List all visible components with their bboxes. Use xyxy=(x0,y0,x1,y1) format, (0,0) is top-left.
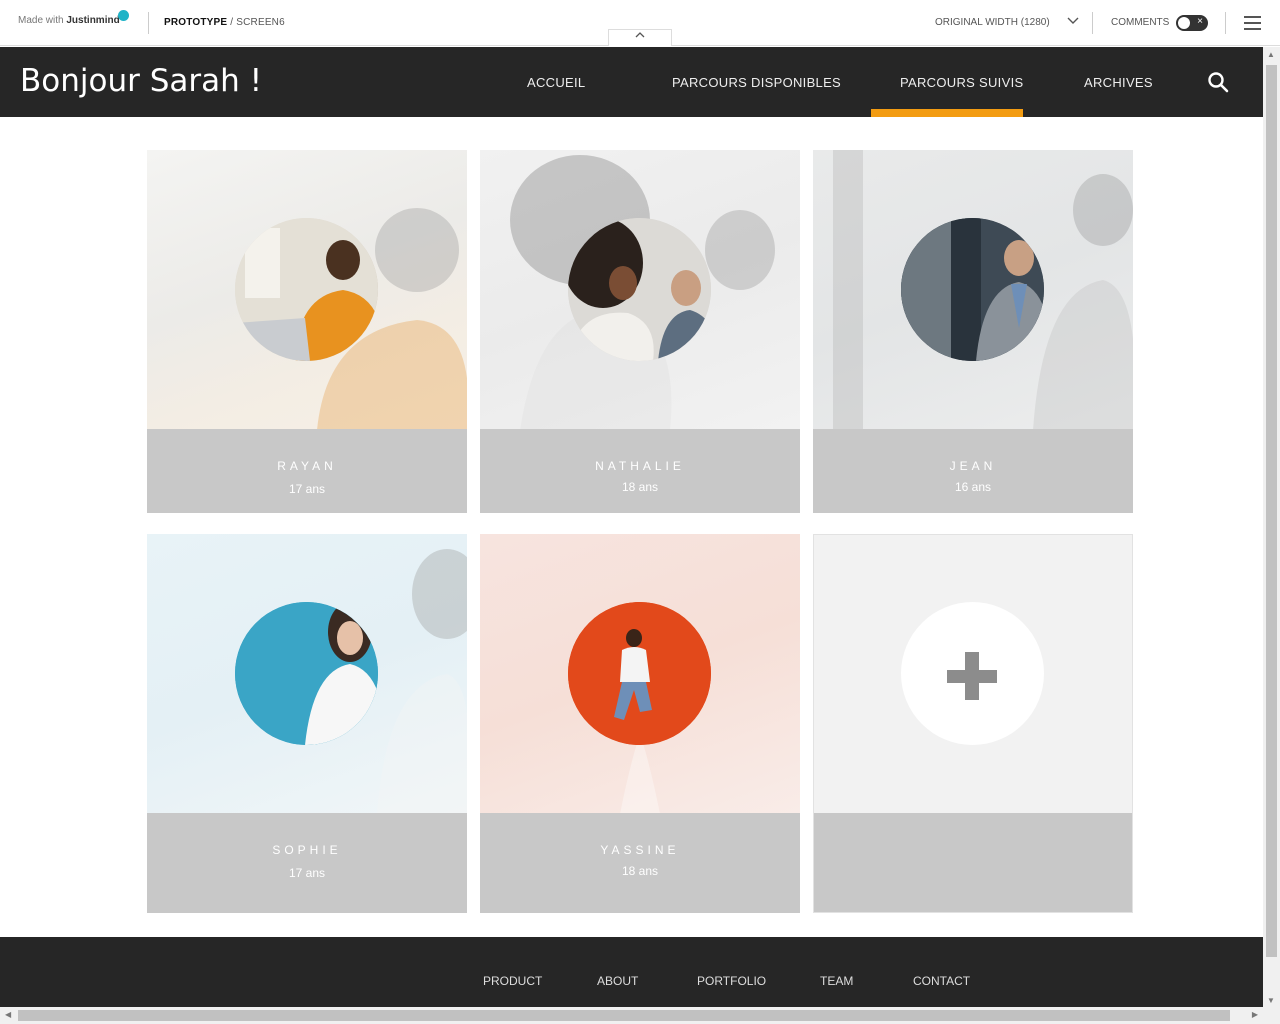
card-info: SOPHIE 17 ans xyxy=(147,813,467,913)
profile-name: JEAN xyxy=(949,459,997,473)
breadcrumb-separator: / xyxy=(227,17,237,28)
logo-brand: Justinmind xyxy=(66,15,120,26)
add-profile-card[interactable] xyxy=(813,534,1133,913)
profile-card-jean[interactable]: JEAN 16 ans xyxy=(813,150,1133,513)
scrollbar-corner xyxy=(1263,1007,1280,1024)
chevron-up-icon xyxy=(635,32,645,38)
profile-card-rayan[interactable]: RAYAN 17 ans xyxy=(147,150,467,513)
site-header: Bonjour Sarah ! ACCUEIL PARCOURS DISPONI… xyxy=(0,47,1263,117)
profile-card-sophie[interactable]: SOPHIE 17 ans xyxy=(147,534,467,913)
card-info: JEAN 16 ans xyxy=(813,429,1133,513)
nav-archives[interactable]: ARCHIVES xyxy=(1084,75,1153,90)
card-info xyxy=(814,813,1132,912)
profile-age: 17 ans xyxy=(288,482,326,496)
scrollbar-thumb[interactable] xyxy=(18,1010,1230,1021)
footer-link-about[interactable]: ABOUT xyxy=(597,974,638,988)
profile-name: YASSINE xyxy=(600,843,680,857)
avatar xyxy=(568,602,711,745)
nav-accueil[interactable]: ACCUEIL xyxy=(527,75,585,90)
site-footer: PRODUCT ABOUT PORTFOLIO TEAM CONTACT xyxy=(0,937,1263,1007)
logo-dot-icon xyxy=(118,10,129,21)
toolbar-divider xyxy=(148,12,149,34)
profile-name: RAYAN xyxy=(277,459,337,473)
vertical-scrollbar[interactable]: ▲ ▼ xyxy=(1263,47,1280,1007)
scroll-right-icon[interactable]: ▶ xyxy=(1252,1010,1258,1019)
hamburger-menu-icon[interactable] xyxy=(1244,16,1261,34)
comments-toggle[interactable]: × xyxy=(1176,15,1208,31)
footer-link-portfolio[interactable]: PORTFOLIO xyxy=(697,974,766,988)
scrollbar-thumb[interactable] xyxy=(1266,65,1277,957)
nav-parcours-suivis[interactable]: PARCOURS SUIVIS xyxy=(900,75,1023,90)
footer-link-product[interactable]: PRODUCT xyxy=(483,974,542,988)
scroll-left-icon[interactable]: ◀ xyxy=(5,1010,11,1019)
avatar xyxy=(235,602,378,745)
profile-name: NATHALIE xyxy=(595,459,685,473)
comments-label: COMMENTS xyxy=(1111,17,1170,28)
avatar xyxy=(235,218,378,361)
add-button[interactable] xyxy=(901,602,1044,745)
profile-name: SOPHIE xyxy=(272,843,342,857)
nav-parcours-disponibles[interactable]: PARCOURS DISPONIBLES xyxy=(672,75,841,90)
scroll-up-icon[interactable]: ▲ xyxy=(1267,50,1275,59)
profile-card-yassine[interactable]: YASSINE 18 ans xyxy=(480,534,800,913)
profile-age: 18 ans xyxy=(621,864,659,878)
toolbar-divider xyxy=(1225,12,1226,34)
card-info: RAYAN 17 ans xyxy=(147,429,467,513)
avatar xyxy=(901,218,1044,361)
toggle-knob xyxy=(1178,17,1190,29)
card-info: YASSINE 18 ans xyxy=(480,813,800,913)
logo-prefix: Made with xyxy=(18,15,64,26)
horizontal-scrollbar[interactable]: ◀ ▶ xyxy=(0,1007,1263,1024)
collapse-toolbar-button[interactable] xyxy=(608,29,672,46)
justinmind-logo[interactable]: Made with Justinmind xyxy=(18,15,120,26)
profile-age: 18 ans xyxy=(621,480,659,494)
profile-age: 17 ans xyxy=(288,866,326,880)
greeting-title: Bonjour Sarah ! xyxy=(20,63,263,99)
breadcrumb-screen: SCREEN6 xyxy=(236,17,285,28)
breadcrumb-project[interactable]: PROTOTYPE xyxy=(164,17,227,28)
scroll-down-icon[interactable]: ▼ xyxy=(1267,996,1275,1005)
original-width-label[interactable]: ORIGINAL WIDTH (1280) xyxy=(935,17,1050,28)
footer-link-contact[interactable]: CONTACT xyxy=(913,974,970,988)
profile-card-nathalie[interactable]: NATHALIE 18 ans xyxy=(480,150,800,513)
viewer-toolbar: Made with Justinmind PROTOTYPE / SCREEN6… xyxy=(0,0,1280,46)
profile-age: 16 ans xyxy=(954,480,992,494)
card-info: NATHALIE 18 ans xyxy=(480,429,800,513)
toolbar-divider xyxy=(1092,12,1093,34)
active-nav-indicator xyxy=(871,109,1023,117)
chevron-down-icon[interactable] xyxy=(1067,14,1079,29)
footer-link-team[interactable]: TEAM xyxy=(820,974,853,988)
search-icon[interactable] xyxy=(1207,71,1229,93)
avatar xyxy=(568,218,711,361)
breadcrumb: PROTOTYPE / SCREEN6 xyxy=(164,17,285,28)
close-icon: × xyxy=(1197,16,1203,27)
